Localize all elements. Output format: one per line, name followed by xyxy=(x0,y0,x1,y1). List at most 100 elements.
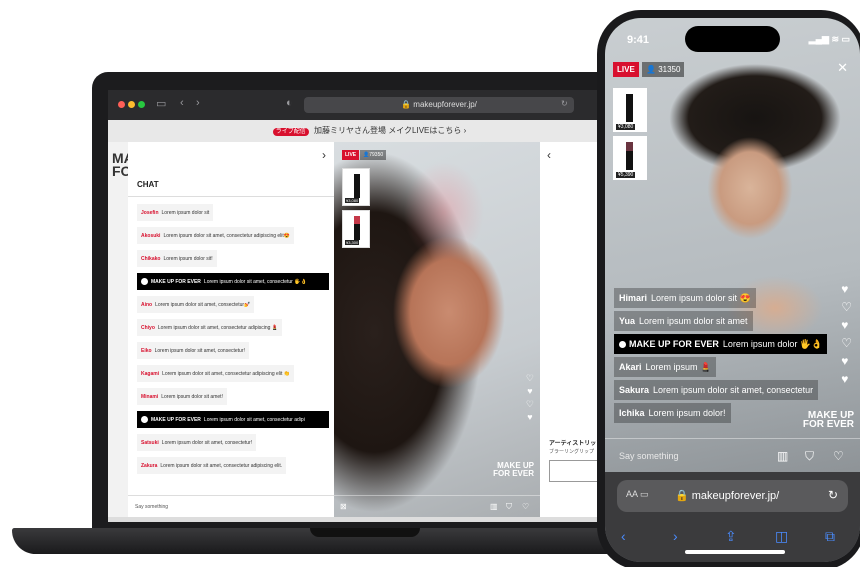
back-icon[interactable]: ‹ xyxy=(180,97,184,109)
reload-icon[interactable]: ↻ xyxy=(561,99,568,108)
close-icon[interactable]: ✕ xyxy=(837,60,848,76)
watermark-line2: FOR EVER xyxy=(802,419,854,430)
shopping-bag-icon[interactable]: ⛉ xyxy=(805,449,814,464)
chat-username: Satsuki xyxy=(141,439,159,446)
status-time: 9:41 xyxy=(627,34,650,46)
banner-text: 加藤ミリヤさん登場 メイクLIVEはこちら xyxy=(313,126,462,135)
lock-icon: 🔒 xyxy=(401,100,412,109)
live-badge: LIVE xyxy=(342,150,360,160)
address-bar-url: 🔒 makeupforever.jp/ xyxy=(675,489,779,502)
chat-message-text: Lorem ipsum dolor sit amet, consectetur! xyxy=(154,347,245,354)
chat-username: Josefin xyxy=(141,209,159,216)
bookmarks-icon[interactable]: ◫ xyxy=(775,528,788,545)
chat-message: Minami Lorem ipsum dolor sit amet! xyxy=(137,388,227,405)
back-icon[interactable]: ‹ xyxy=(621,528,626,544)
video-action-bar: ⊠ ▥ ⛉ ♡ xyxy=(334,495,540,517)
chat-message-text: Lorem ipsum dolor sit amet, consectetur … xyxy=(203,278,307,285)
product-price: ¥3,080 xyxy=(616,124,636,130)
chat-message-text: Lorem ipsum dolor sit amet, consectetur! xyxy=(161,439,253,446)
chat-title: CHAT xyxy=(137,180,159,189)
chevron-right-icon[interactable]: › xyxy=(322,148,326,162)
product-card[interactable]: ¥3,080 xyxy=(342,168,370,206)
laptop-screen: ▭ ‹ › ◐ 🔒 makeupforever.jp/ ↻ ライブ配信 加藤ミリ… xyxy=(108,90,631,522)
sidebar-icon[interactable]: ▭ xyxy=(156,97,166,110)
chat-message: Yua Lorem ipsum dolor sit amet xyxy=(614,311,753,331)
chat-message: Aino Lorem ipsum dolor sit amet, consecte… xyxy=(137,296,255,313)
stats-icon[interactable]: ▥ xyxy=(490,502,498,511)
minimize-window-button[interactable] xyxy=(128,101,135,108)
phone-screen: 9:41 ▂▄▆ ≋ ▭ LIVE 👤 31350 ✕ ¥3,080 ¥5,39… xyxy=(605,18,860,562)
divider xyxy=(128,196,334,197)
chat-message-text: Lorem ipsum dolor sit amet, consectetur … xyxy=(162,370,291,377)
lock-icon: 🔒 xyxy=(675,490,689,502)
chat-username: Kagami xyxy=(141,370,160,377)
brand-chat-message: MAKE UP FOR EVER Lorem ipsum dolor 🖐👌 xyxy=(614,334,828,354)
lipstick-tip xyxy=(354,216,360,224)
chat-username: Sakura xyxy=(619,385,650,395)
shopping-bag-icon[interactable]: ⛉ xyxy=(506,502,512,512)
floating-hearts: ♥ ♡ ♥ ♡ ♥ ♥ xyxy=(841,282,852,386)
product-card[interactable]: ¥3,080 xyxy=(613,88,647,132)
chat-username: Akari xyxy=(619,362,642,372)
maximize-window-button[interactable] xyxy=(138,101,145,108)
tabs-icon[interactable]: ⧉ xyxy=(825,528,835,545)
viewer-count: 👤79350 xyxy=(360,150,387,160)
chat-message: Zakura Lorem ipsum dolor sit amet, consec… xyxy=(137,457,287,474)
chevron-left-icon[interactable]: ‹ xyxy=(547,148,551,162)
safari-toolbar: AA ▭ 🔒 makeupforever.jp/ ↻ ‹ › ⇪ ◫ ⧉ xyxy=(605,472,860,562)
address-bar[interactable]: 🔒 makeupforever.jp/ xyxy=(304,97,574,113)
chat-username: Akosuki xyxy=(141,232,161,239)
brand-avatar-icon xyxy=(141,278,148,285)
share-icon[interactable]: ⇪ xyxy=(725,528,737,545)
brand-avatar-icon xyxy=(619,340,626,348)
chat-input[interactable]: Say something xyxy=(619,451,679,461)
chat-input[interactable]: Say something xyxy=(128,495,334,517)
chat-message: Sakura Lorem ipsum dolor sit amet, consec… xyxy=(614,380,819,400)
announcement-banner[interactable]: ライブ配信 加藤ミリヤさん登場 メイクLIVEはこちら › xyxy=(108,120,631,142)
chat-message: Chiyo Lorem ipsum dolor sit amet, consect… xyxy=(137,319,283,336)
product-subtitle: ブラーリングリップ xyxy=(549,449,595,455)
mute-icon[interactable]: ⊠ xyxy=(340,502,347,511)
chat-message-text: Lorem ipsum dolor! xyxy=(648,408,726,418)
dynamic-island xyxy=(685,26,780,52)
close-window-button[interactable] xyxy=(118,101,125,108)
privacy-shield-icon[interactable]: ◐ xyxy=(286,97,293,109)
product-card[interactable]: ¥5,390 xyxy=(613,136,647,180)
chat-message-text: Lorem ipsum 💄 xyxy=(645,361,712,372)
heart-icon[interactable]: ♡ xyxy=(833,449,844,463)
chat-message-text: Lorem ipsum dolor sit! xyxy=(163,255,213,262)
live-video[interactable]: LIVE 👤79350 ¥3,080 ¥3,300 ♡ ♥ ♡ ♥ MAKE UP F… xyxy=(334,142,540,517)
forward-icon[interactable]: › xyxy=(673,528,678,544)
chat-message: Himari Lorem ipsum dolor sit 😍 xyxy=(614,288,756,308)
text-size-button[interactable]: AA ▭ xyxy=(626,489,649,500)
chat-username: Ichika xyxy=(619,408,645,418)
chat-message-text: Lorem ipsum dolor sit amet, consectetur … xyxy=(163,232,291,239)
chat-message-text: Lorem ipsum dolor sit xyxy=(161,209,210,216)
product-card[interactable]: ¥3,300 xyxy=(342,210,370,248)
reload-icon[interactable]: ↻ xyxy=(828,488,838,502)
viewer-count: 👤 31350 xyxy=(642,62,685,77)
chat-message: Akari Lorem ipsum 💄 xyxy=(614,357,717,377)
brand-watermark: MAKE UP FOR EVER xyxy=(493,462,534,478)
brand-chat-message: MAKE UP FOR EVER Lorem ipsum dolor sit am… xyxy=(137,411,329,428)
brand-logo[interactable]: MA FOR xyxy=(112,151,142,178)
browser-toolbar: ▭ ‹ › ◐ 🔒 makeupforever.jp/ ↻ xyxy=(108,90,631,120)
address-bar[interactable]: AA ▭ 🔒 makeupforever.jp/ ↻ xyxy=(617,480,848,512)
chat-message: Akosuki Lorem ipsum dolor sit amet, conse… xyxy=(137,227,295,244)
chat-username: Yua xyxy=(619,316,636,326)
chat-message-text: Lorem ipsum dolor sit amet, consectetur … xyxy=(157,324,279,331)
chat-username: Himari xyxy=(619,293,648,303)
chat-message-text: Lorem ipsum dolor sit amet, consectetur💅 xyxy=(155,301,251,308)
chat-input-bar: Say something ▥ ⛉ ♡ xyxy=(605,438,860,472)
stats-icon[interactable]: ▥ xyxy=(777,449,788,463)
chat-username: MAKE UP FOR EVER xyxy=(151,416,201,423)
chat-username: MAKE UP FOR EVER xyxy=(151,278,201,285)
forward-icon[interactable]: › xyxy=(196,97,200,109)
heart-icon[interactable]: ♡ xyxy=(522,502,529,511)
chat-message: Ichika Lorem ipsum dolor! xyxy=(614,403,731,423)
chat-message-text: Lorem ipsum dolor sit amet! xyxy=(161,393,223,400)
chat-username: Chiyo xyxy=(141,324,155,331)
status-icons: ▂▄▆ ≋ ▭ xyxy=(808,34,850,44)
chat-username: MAKE UP FOR EVER xyxy=(629,339,719,349)
chat-username: Aino xyxy=(141,301,153,308)
